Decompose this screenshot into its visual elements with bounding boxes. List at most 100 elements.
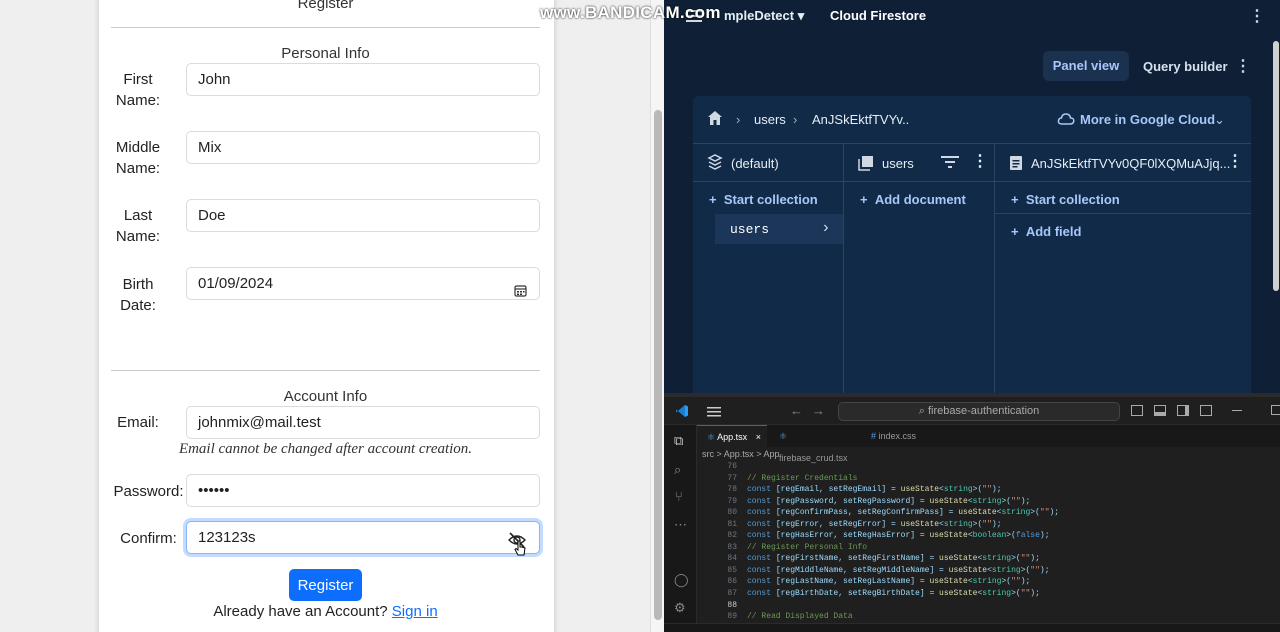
firestore-scrollbar[interactable] <box>1272 36 1280 393</box>
code-line: // Read Displayed Data <box>747 612 853 622</box>
tab-app-tsx[interactable]: ⚛ App.tsx × <box>697 425 767 447</box>
tsx-icon: ⚛ <box>779 431 788 441</box>
forward-arrow-icon[interactable]: → <box>812 403 825 418</box>
line-number: 76 <box>727 462 737 471</box>
command-center-search[interactable]: ⌕ firebase-authentication <box>838 402 1120 421</box>
signin-line: Already have an Account? Sign in <box>111 603 540 620</box>
page-scrollbar[interactable] <box>650 0 664 632</box>
project-name: mpleDetect <box>724 8 795 23</box>
line-number: 83 <box>727 542 737 552</box>
personal-info-title: Personal Info <box>281 45 370 62</box>
email-note: Email cannot be changed after account cr… <box>178 441 473 457</box>
line-number: 87 <box>727 589 737 599</box>
birth-date-value: 01/09/2024 <box>198 275 274 292</box>
collection-name: users <box>730 222 770 237</box>
database-icon <box>707 154 723 170</box>
add-document-label: Add document <box>874 192 966 207</box>
start-collection-button[interactable]: + Start collection <box>709 192 818 207</box>
last-name-input[interactable]: Doe <box>186 199 540 232</box>
more-in-cloud-link[interactable]: More in Google Cloud <box>1080 112 1215 127</box>
customize-layout-icon[interactable] <box>1200 405 1212 416</box>
layout-toggle-icon[interactable] <box>1131 405 1143 416</box>
birth-date-label: Birth Date: <box>120 276 156 314</box>
minimize-icon[interactable] <box>1232 410 1242 411</box>
tab-label: App.tsx <box>717 432 748 442</box>
register-card: Register Personal Info First Name: John … <box>99 0 554 632</box>
code-editor[interactable]: // Register Credentials const [regEmail, … <box>747 461 1277 623</box>
confirm-password-input[interactable]: 123123s <box>186 521 540 556</box>
chevron-right-icon: › <box>793 112 798 127</box>
more-vert-icon[interactable]: ⋮ <box>1235 56 1251 76</box>
source-control-icon[interactable]: ⑂ <box>675 489 683 504</box>
calendar-icon[interactable] <box>514 277 527 297</box>
breadcrumb-doc[interactable]: AnJSkEktfTVYv.. <box>812 112 909 127</box>
vscode-window: ← → ⌕ firebase-authentication ⧉ ⌕ ⑂ ⋯ ◯ … <box>664 397 1280 632</box>
divider <box>111 370 540 371</box>
first-name-label: First Name: <box>115 71 161 109</box>
middle-name-input[interactable]: Mix <box>186 131 540 164</box>
code-line: const [regMiddleName, setRegMiddleName] … <box>747 565 1050 575</box>
account-icon[interactable]: ◯ <box>674 572 689 588</box>
document-icon <box>1009 155 1023 171</box>
line-number: 89 <box>727 612 737 622</box>
maximize-icon[interactable] <box>1271 405 1280 415</box>
add-document-button[interactable]: + Add document <box>860 192 966 207</box>
birth-date-input[interactable]: 01/09/2024 <box>186 267 540 300</box>
collection-item-users[interactable]: users › <box>715 214 843 244</box>
form-header: Register <box>297 0 354 12</box>
activity-bar: ⧉ ⌕ ⑂ ⋯ ◯ ⚙ <box>664 425 697 632</box>
search-icon[interactable]: ⌕ <box>674 462 681 478</box>
signin-prompt: Already have an Account? <box>213 603 388 620</box>
more-vert-icon[interactable]: ⋮ <box>972 151 988 171</box>
close-icon[interactable]: × <box>756 426 761 448</box>
explorer-icon[interactable]: ⧉ <box>674 433 683 449</box>
line-number: 79 <box>727 496 737 506</box>
password-input[interactable]: •••••• <box>186 474 540 507</box>
breadcrumb: › users › AnJSkEktfTVYv.. More in Google… <box>693 96 1251 144</box>
email-input[interactable]: johnmix@mail.test <box>186 406 540 439</box>
panel-toggle-icon[interactable] <box>1154 405 1166 416</box>
signin-link[interactable]: Sign in <box>392 603 438 620</box>
editor-breadcrumb[interactable]: src > App.tsx > App <box>702 449 780 459</box>
add-field-label: Add field <box>1025 224 1082 239</box>
code-line: const [regHasError, setRegHasError] = us… <box>747 531 1050 541</box>
collection-icon <box>858 155 874 171</box>
query-builder-button[interactable]: Query builder <box>1143 59 1228 74</box>
more-vert-icon[interactable]: ⋮ <box>1249 6 1265 26</box>
scrollbar-thumb[interactable] <box>1273 41 1279 291</box>
chevron-right-icon: › <box>821 219 831 237</box>
line-number: 78 <box>727 485 737 495</box>
code-line: const [regFirstName, setRegFirstName] = … <box>747 554 1040 564</box>
tab-label: index.css <box>878 431 917 441</box>
menu-icon[interactable] <box>707 405 721 417</box>
start-subcollection-button[interactable]: + Start collection <box>1011 192 1120 207</box>
chevron-right-icon: › <box>736 112 741 127</box>
filter-icon[interactable] <box>941 155 959 169</box>
panel-view-button[interactable]: Panel view <box>1043 51 1129 81</box>
code-line: const [regError, setRegError] = useState… <box>747 519 1002 529</box>
chevron-down-icon[interactable]: ⌄ <box>1214 112 1225 128</box>
first-name-input[interactable]: John <box>186 63 540 96</box>
breadcrumb-users[interactable]: users <box>754 112 786 127</box>
sidebar-toggle-icon[interactable] <box>1177 405 1189 416</box>
scrollbar-thumb[interactable] <box>654 110 662 620</box>
tab-firebase-crud[interactable]: ⚛ firebase_crud.tsx <box>769 425 853 463</box>
firestore-console: mpleDetect ▾ Cloud Firestore ⋮ Panel vie… <box>540 0 1280 393</box>
more-vert-icon[interactable]: ⋮ <box>1227 151 1243 171</box>
divider <box>111 27 540 28</box>
line-number: 84 <box>727 554 737 564</box>
register-button[interactable]: Register <box>289 569 362 601</box>
settings-gear-icon[interactable]: ⚙ <box>674 600 686 616</box>
home-icon[interactable] <box>707 110 723 126</box>
project-selector[interactable]: mpleDetect ▾ <box>724 8 804 24</box>
code-line: // Register Personal Info <box>747 542 868 552</box>
add-field-button[interactable]: + Add field <box>1011 224 1081 239</box>
line-number: 82 <box>727 531 737 541</box>
tab-index-css[interactable]: # index.css <box>861 425 921 447</box>
users-collection-title: users <box>882 156 914 171</box>
more-horiz-icon[interactable]: ⋯ <box>674 517 687 533</box>
back-arrow-icon[interactable]: ← <box>790 403 803 418</box>
email-label: Email: <box>117 414 159 431</box>
